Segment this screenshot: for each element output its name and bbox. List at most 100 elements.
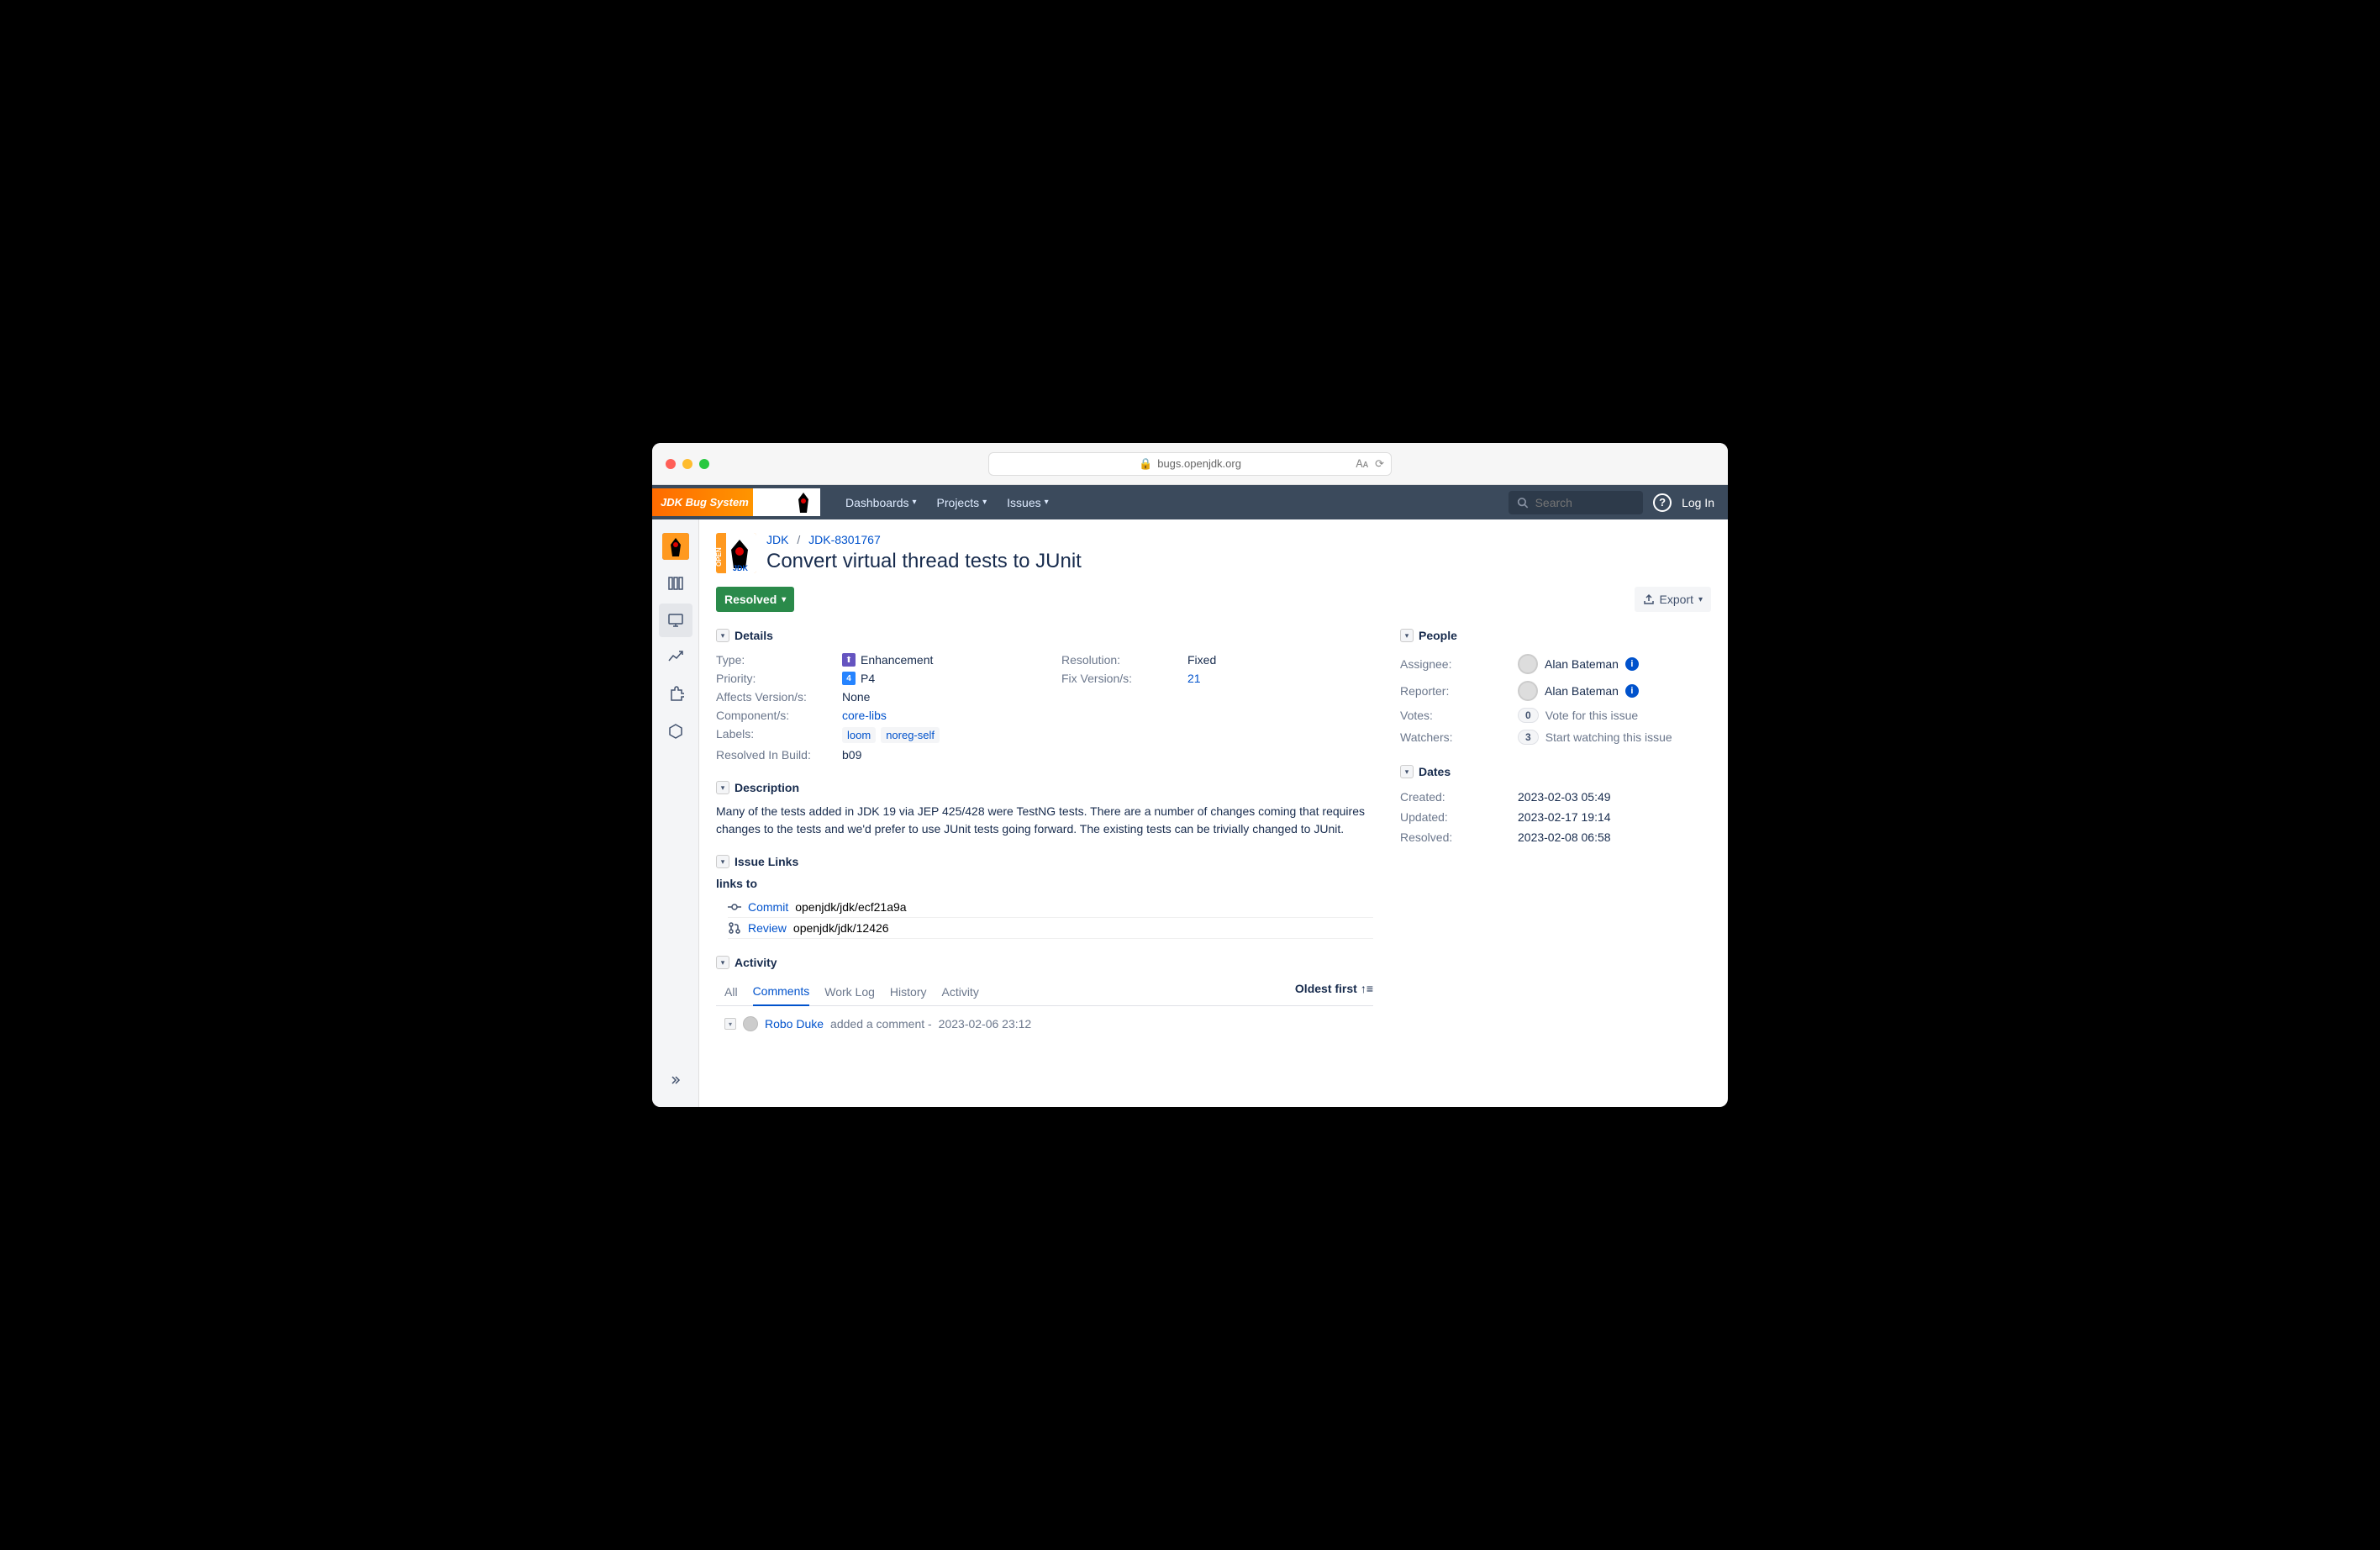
tab-comments[interactable]: Comments (753, 978, 810, 1006)
description-header[interactable]: ▾ Description (716, 781, 1373, 794)
affects-label: Affects Version/s: (716, 690, 842, 704)
zoom-button[interactable] (699, 459, 709, 469)
type-value: Enhancement (861, 653, 933, 667)
sidebar-expand[interactable] (659, 1067, 692, 1094)
resolution-value: Fixed (1187, 653, 1216, 667)
updated-label: Updated: (1400, 810, 1518, 824)
tab-activity[interactable]: Activity (941, 978, 978, 1005)
body: OPENJDK JDK / JDK-8301767 Convert virtua… (652, 519, 1728, 1107)
component-label: Component/s: (716, 709, 842, 722)
breadcrumb-sep: / (797, 533, 800, 546)
priority-label: Priority: (716, 672, 842, 685)
chevron-down-icon: ▾ (1400, 629, 1414, 642)
votes-action[interactable]: Vote for this issue (1545, 709, 1639, 722)
watchers-action[interactable]: Start watching this issue (1545, 730, 1672, 744)
votes-label: Votes: (1400, 709, 1518, 722)
issue-links-module: ▾ Issue Links links to Commit openjdk/jd… (716, 855, 1373, 939)
search-input[interactable] (1535, 496, 1635, 509)
link-item: Commit openjdk/jdk/ecf21a9a (728, 897, 1373, 918)
component-value[interactable]: core-libs (842, 709, 887, 722)
sidebar-board[interactable] (659, 567, 692, 600)
search-icon (1517, 496, 1529, 509)
chevron-down-icon: ▾ (716, 629, 729, 642)
commit-icon (728, 900, 741, 914)
chevron-down-icon: ▾ (716, 956, 729, 969)
login-link[interactable]: Log In (1682, 496, 1714, 509)
chevron-down-icon[interactable]: ▾ (724, 1018, 736, 1030)
fix-version-value[interactable]: 21 (1187, 672, 1201, 685)
lock-icon: 🔒 (1139, 457, 1152, 471)
search-box[interactable] (1509, 491, 1643, 514)
label-tag[interactable]: loom (842, 727, 876, 743)
reload-icon[interactable]: ⟳ (1375, 457, 1384, 471)
nav-dashboards[interactable]: Dashboards▾ (837, 489, 925, 516)
translate-icon[interactable]: 🗛 (1356, 457, 1368, 471)
export-button[interactable]: Export ▾ (1635, 587, 1712, 612)
pull-request-icon (728, 921, 741, 935)
chevron-down-icon: ▾ (716, 781, 729, 794)
activity-module: ▾ Activity All Comments Work Log History… (716, 956, 1373, 1031)
duke-icon (793, 491, 814, 514)
updated-value: 2023-02-17 19:14 (1518, 810, 1611, 824)
tab-worklog[interactable]: Work Log (824, 978, 875, 1005)
monitor-icon (667, 612, 684, 629)
issue-links-header[interactable]: ▾ Issue Links (716, 855, 1373, 868)
people-header[interactable]: ▾ People (1400, 629, 1711, 642)
avatar-icon (1518, 681, 1538, 701)
priority-value: P4 (861, 672, 875, 685)
dates-title: Dates (1419, 765, 1451, 778)
duke-icon: OPENJDK (716, 533, 756, 573)
navbar: JDK Bug System Dashboards▾ Projects▾ Iss… (652, 485, 1728, 519)
sort-control[interactable]: Oldest first ↑≡ (1295, 982, 1373, 1002)
status-button[interactable]: Resolved ▾ (716, 587, 794, 612)
link-label[interactable]: Review (748, 921, 787, 935)
comment-action: added a comment - (830, 1017, 932, 1031)
address-bar[interactable]: 🔒 bugs.openjdk.org 🗛 ⟳ (988, 452, 1392, 476)
nav-issues[interactable]: Issues▾ (998, 489, 1057, 516)
project-avatar-large[interactable]: OPENJDK (716, 533, 756, 573)
breadcrumb-project[interactable]: JDK (766, 533, 788, 546)
close-button[interactable] (666, 459, 676, 469)
logo[interactable]: JDK Bug System (652, 485, 820, 519)
comment-author[interactable]: Robo Duke (765, 1017, 824, 1031)
info-icon[interactable]: i (1625, 657, 1639, 671)
dates-header[interactable]: ▾ Dates (1400, 765, 1711, 778)
chevron-down-icon: ▾ (913, 498, 917, 507)
chevron-down-icon: ▾ (1045, 498, 1049, 507)
nav-items: Dashboards▾ Projects▾ Issues▾ (837, 489, 1057, 516)
content: OPENJDK JDK / JDK-8301767 Convert virtua… (699, 519, 1728, 1107)
sidebar (652, 519, 699, 1107)
chart-icon (667, 649, 684, 666)
description-title: Description (735, 781, 799, 794)
project-avatar-icon (662, 533, 689, 560)
tab-history[interactable]: History (890, 978, 927, 1005)
activity-header[interactable]: ▾ Activity (716, 956, 1373, 969)
activity-title: Activity (735, 956, 777, 969)
sidebar-addons[interactable] (659, 677, 692, 711)
description-module: ▾ Description Many of the tests added in… (716, 781, 1373, 838)
tab-all[interactable]: All (724, 978, 738, 1005)
info-icon[interactable]: i (1625, 684, 1639, 698)
sidebar-reports[interactable] (659, 641, 692, 674)
expand-icon (669, 1073, 682, 1087)
minimize-button[interactable] (682, 459, 692, 469)
created-label: Created: (1400, 790, 1518, 804)
chevron-down-icon: ▾ (982, 498, 987, 507)
browser-window: 🔒 bugs.openjdk.org 🗛 ⟳ JDK Bug System Da… (652, 443, 1728, 1107)
nav-projects[interactable]: Projects▾ (929, 489, 996, 516)
sidebar-issues[interactable] (659, 604, 692, 637)
created-value: 2023-02-03 05:49 (1518, 790, 1611, 804)
help-icon[interactable]: ? (1653, 493, 1672, 512)
export-label: Export (1660, 593, 1693, 606)
export-icon (1643, 593, 1655, 605)
link-label[interactable]: Commit (748, 900, 788, 914)
details-header[interactable]: ▾ Details (716, 629, 1373, 642)
svg-text:OPEN: OPEN (716, 547, 723, 567)
sort-icon: ↑≡ (1361, 982, 1373, 995)
titlebar: 🔒 bugs.openjdk.org 🗛 ⟳ (652, 443, 1728, 485)
assignee-value: Alan Bateman (1545, 657, 1619, 671)
sidebar-settings[interactable] (659, 714, 692, 748)
label-tag[interactable]: noreg-self (881, 727, 940, 743)
breadcrumb-issue-key[interactable]: JDK-8301767 (808, 533, 881, 546)
sidebar-project[interactable] (659, 530, 692, 563)
